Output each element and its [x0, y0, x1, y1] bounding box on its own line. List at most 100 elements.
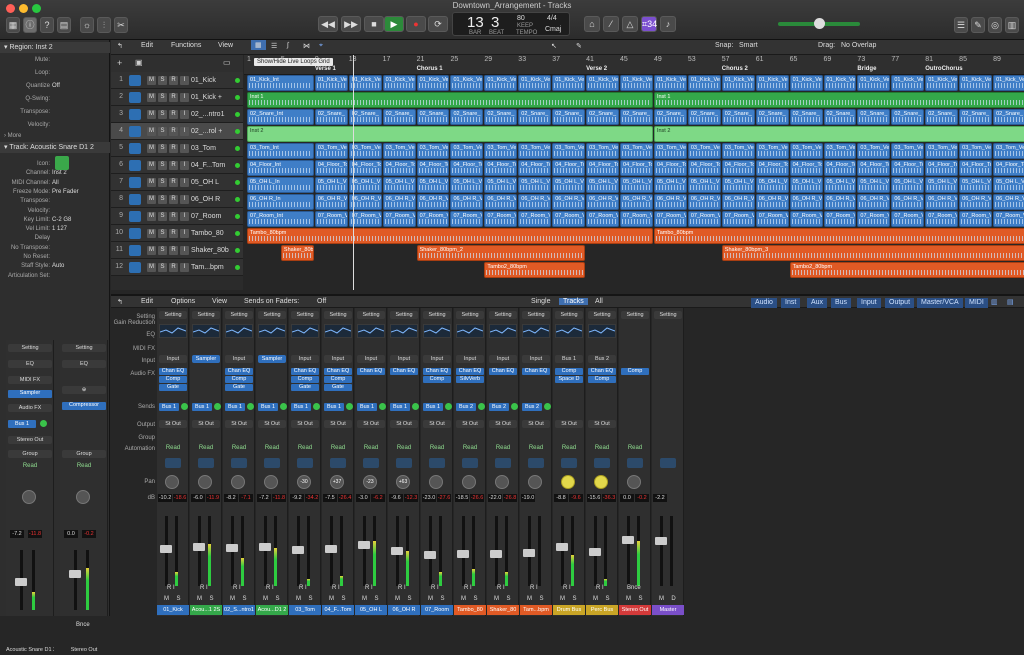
region[interactable]: 05_OH L_V — [687, 177, 721, 193]
automation-mode[interactable]: Read — [588, 444, 616, 452]
pan-knob[interactable] — [22, 490, 36, 504]
input-monitor-button[interactable]: I — [180, 110, 189, 119]
output-slot[interactable]: St Out — [357, 420, 385, 428]
region[interactable]: 03_Tom_Ve — [721, 143, 755, 159]
mixer-options-menu[interactable]: Options — [171, 298, 195, 305]
region[interactable]: 02_Snare_ — [416, 109, 450, 125]
region[interactable]: 03_Tom_Ve — [789, 143, 823, 159]
input-slot[interactable]: Input — [324, 355, 352, 363]
output-slot[interactable]: St Out — [522, 420, 550, 428]
solo-button[interactable]: S — [504, 595, 513, 603]
setting-button[interactable]: Setting — [456, 311, 484, 319]
mute-button[interactable]: M — [147, 110, 156, 119]
record-enable-button[interactable]: R — [169, 76, 178, 85]
setting-button[interactable]: Setting — [192, 311, 220, 319]
stop-button[interactable]: ■ — [364, 16, 384, 32]
region[interactable]: 01_Kick_Ve — [620, 75, 653, 91]
send-knob[interactable] — [346, 403, 353, 410]
region[interactable]: 05_OH L_V — [586, 177, 620, 193]
record-enable-button[interactable]: R — [169, 263, 178, 272]
region[interactable]: 07_Room_V — [857, 211, 891, 227]
solo-button[interactable]: S — [636, 595, 645, 603]
automation-icon[interactable]: ∫ — [287, 42, 289, 49]
input-slot[interactable]: Input — [489, 355, 517, 363]
region[interactable]: 02_Snare_ — [823, 109, 857, 125]
input-monitor-button[interactable]: I — [180, 127, 189, 136]
region[interactable]: 06_OH R_V — [382, 194, 416, 210]
mixer-filter-button[interactable]: Bus — [831, 298, 852, 308]
automation-mode[interactable]: Read — [621, 444, 649, 452]
audio-fx-slot[interactable]: Comp — [324, 376, 352, 383]
eq-button[interactable]: EQ — [8, 360, 52, 368]
region[interactable]: 06_OH R_V — [823, 194, 857, 210]
pan-knob[interactable]: +37 — [330, 475, 344, 489]
param-value[interactable]: Inst 2 — [52, 169, 67, 177]
record-enable-button[interactable]: R — [169, 144, 178, 153]
fader-db[interactable]: -7.5 — [323, 494, 337, 502]
region[interactable]: 01_Kick_Ve — [314, 75, 348, 91]
pan-knob[interactable] — [495, 475, 509, 489]
track-on-indicator[interactable] — [235, 265, 240, 270]
mute-button[interactable]: M — [294, 595, 303, 603]
region[interactable]: 06_OH R_V — [450, 194, 484, 210]
region[interactable]: Inst 1 — [653, 92, 1024, 108]
region[interactable]: 05_OH L_V — [755, 177, 789, 193]
send-knob[interactable] — [511, 403, 518, 410]
volume-fader-track[interactable] — [358, 516, 370, 586]
region[interactable]: 07_Room_V — [789, 211, 823, 227]
tuner-icon[interactable]: ⁄ — [603, 16, 619, 32]
record-enable-button[interactable]: R — [169, 229, 178, 238]
pointer-tool-icon[interactable]: ↖ — [551, 42, 557, 50]
setting-button[interactable]: Setting — [324, 311, 352, 319]
track-param-row[interactable]: No Transpose: — [0, 244, 110, 252]
record-input-buttons[interactable]: R I — [530, 585, 538, 591]
input-monitor-button[interactable]: I — [180, 161, 189, 170]
solo-button[interactable]: △ — [622, 16, 638, 32]
solo-button[interactable]: S — [603, 595, 612, 603]
region-param-row[interactable]: Velocity: — [0, 121, 110, 129]
mute-button[interactable]: M — [147, 76, 156, 85]
solo-button[interactable]: S — [372, 595, 381, 603]
region[interactable]: 03_Tom_Ve — [416, 143, 450, 159]
browsers-icon[interactable]: ▥ — [1005, 17, 1019, 33]
wide-view-icon[interactable]: ▤ — [1007, 298, 1014, 306]
region[interactable]: 05_OH L_In — [247, 177, 314, 193]
toolbar-icon[interactable]: ▤ — [57, 17, 71, 33]
record-input-buttons[interactable]: R I — [563, 585, 571, 591]
volume-fader-track[interactable] — [523, 516, 535, 586]
input-slot[interactable]: Input — [522, 355, 550, 363]
send-slot[interactable]: Bus 2 — [456, 403, 476, 411]
volume-fader[interactable] — [193, 542, 205, 551]
narrow-view-icon[interactable]: ▥ — [991, 298, 998, 306]
send-knob[interactable] — [181, 403, 188, 410]
input-slot[interactable]: Sampler — [192, 355, 220, 363]
channel-name[interactable]: 02_S...ntro1 — [223, 605, 255, 615]
region[interactable]: 07_Room_V — [586, 211, 620, 227]
region[interactable]: 07_Room_V — [450, 211, 484, 227]
volume-fader-track[interactable] — [160, 516, 172, 586]
region[interactable]: 01_Kick_Ve — [450, 75, 484, 91]
track-name[interactable]: Tambo_80 — [191, 230, 224, 237]
input-monitor-button[interactable]: I — [180, 212, 189, 221]
region[interactable]: 01_Kick_Ve — [925, 75, 959, 91]
arrangement-marker[interactable]: Verse 2 — [586, 66, 607, 72]
region[interactable]: 01_Kick_Ve — [653, 75, 687, 91]
pan-knob[interactable] — [528, 475, 542, 489]
region[interactable]: 02_Snare_ — [959, 109, 993, 125]
channel-name[interactable]: Tam...bpm — [520, 605, 552, 615]
automation-mode[interactable]: Read — [390, 444, 418, 452]
eq-thumbnail[interactable] — [258, 324, 286, 338]
region[interactable]: 06_OH R_V — [416, 194, 450, 210]
region[interactable]: 04_Floor_To — [653, 160, 687, 176]
play-button[interactable]: ▶ — [384, 16, 404, 32]
mute-button[interactable]: M — [459, 595, 468, 603]
region[interactable]: 04_Floor_To — [959, 160, 993, 176]
list-view-icon[interactable]: ☰ — [271, 42, 277, 50]
send-knob[interactable] — [214, 403, 221, 410]
region[interactable]: 06_OH R_V — [721, 194, 755, 210]
region[interactable]: 04_Floor_To — [789, 160, 823, 176]
region[interactable]: 02_Snare_ — [993, 109, 1024, 125]
region[interactable]: 02_Snare_ — [653, 109, 687, 125]
playhead[interactable] — [353, 55, 354, 290]
output-slot[interactable]: St Out — [489, 420, 517, 428]
